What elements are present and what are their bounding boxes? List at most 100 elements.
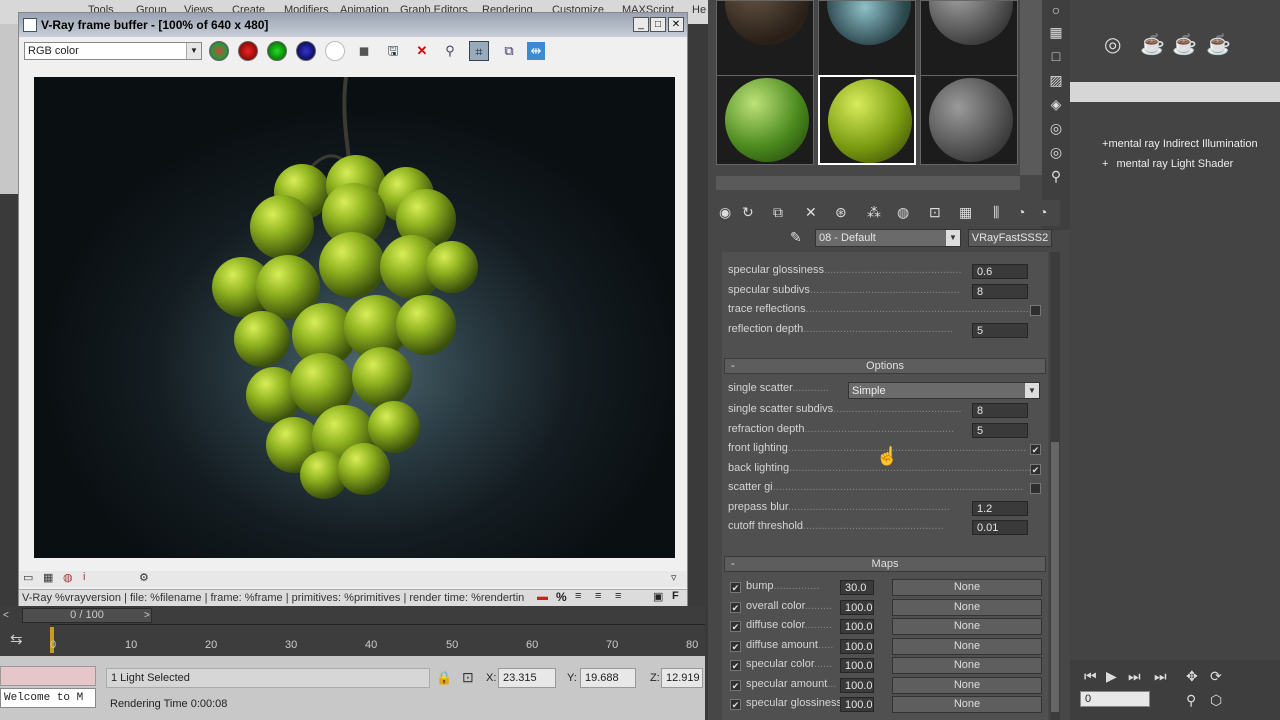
get-material-icon[interactable]: ◉ [719, 204, 731, 221]
map-enable-checkbox[interactable]: ✔ [730, 699, 741, 710]
material-slot[interactable] [716, 75, 814, 165]
zoom-icon[interactable]: ⚲ [1186, 692, 1196, 709]
map-amount-spinner[interactable]: 100.0 [840, 678, 874, 693]
settings-icon[interactable]: ⚙ [139, 571, 149, 584]
frame-ruler[interactable]: 0 10 20 30 40 50 60 70 80 [50, 624, 705, 656]
uv-tiling-icon[interactable]: ▨ [1048, 72, 1064, 89]
rgb-channel-icon[interactable] [209, 41, 229, 61]
maps-rollout[interactable]: - Maps [724, 556, 1046, 572]
select-by-material-icon[interactable]: ⚲ [1048, 168, 1064, 185]
map-button[interactable]: None [892, 599, 1042, 616]
scatter-gi-checkbox[interactable] [1030, 483, 1041, 494]
assign-material-icon[interactable]: ⧉ [773, 204, 783, 221]
prev-key-icon[interactable]: ⏮ [1084, 668, 1097, 685]
region-render-icon[interactable]: ⌗ [469, 41, 489, 61]
single-scatter-subdivs-spinner[interactable]: 8 [972, 403, 1028, 418]
scroll-thumb[interactable] [1051, 442, 1059, 712]
align-center-icon[interactable]: ≡ [595, 590, 601, 602]
frame-icon[interactable]: ▣ [653, 590, 663, 603]
render-frame-icon[interactable]: ☕ [1140, 32, 1165, 57]
prepass-blur-spinner[interactable]: 1.2 [972, 501, 1028, 516]
map-button[interactable]: None [892, 618, 1042, 635]
percent-icon[interactable]: % [556, 590, 567, 604]
material-slot-active[interactable] [818, 75, 916, 165]
back-lighting-checkbox[interactable]: ✔ [1030, 464, 1041, 475]
align-left-icon[interactable]: ≡ [575, 590, 581, 602]
map-button[interactable]: None [892, 638, 1042, 655]
map-button[interactable]: None [892, 696, 1042, 713]
map-amount-spinner[interactable]: 100.0 [840, 639, 874, 654]
history-icon[interactable]: ▭ [23, 571, 33, 584]
refraction-depth-spinner[interactable]: 5 [972, 423, 1028, 438]
map-button[interactable]: None [892, 677, 1042, 694]
single-scatter-select[interactable]: Simple ▼ [848, 382, 1040, 399]
maximize-button[interactable]: □ [650, 17, 666, 32]
preview-icon[interactable]: ◎ [1048, 120, 1064, 137]
z-coordinate[interactable]: 12.919 [661, 668, 703, 688]
slots-hscrollbar[interactable] [716, 176, 1020, 190]
map-amount-spinner[interactable]: 100.0 [840, 697, 874, 712]
material-type-button[interactable]: VRayFastSSS2 [968, 229, 1052, 247]
align-right-icon[interactable]: ≡ [615, 590, 621, 602]
time-slider[interactable]: 0 / 100 [22, 608, 152, 623]
map-enable-checkbox[interactable]: ✔ [730, 621, 741, 632]
activeshade-icon[interactable]: ☕ [1206, 32, 1231, 57]
quick-render-icon[interactable]: ☕ [1172, 32, 1197, 57]
map-enable-checkbox[interactable]: ✔ [730, 582, 741, 593]
sample-type-icon[interactable]: ○ [1048, 2, 1064, 18]
specular-glossiness-spinner[interactable]: 0.6 [972, 264, 1028, 279]
next-frame-icon[interactable]: > [144, 610, 150, 621]
info-icon[interactable]: i [83, 571, 85, 583]
blue-channel-icon[interactable] [296, 41, 316, 61]
channel-select[interactable]: RGB color ▼ [24, 42, 202, 60]
front-lighting-checkbox[interactable]: ✔ [1030, 444, 1041, 455]
menu-item[interactable]: He [692, 4, 706, 16]
material-id-icon[interactable]: ⊡ [929, 204, 941, 221]
goto-end-icon[interactable]: ⏭ [1154, 668, 1167, 685]
tree-item[interactable]: + mental ray Light Shader [1096, 156, 1268, 174]
map-enable-checkbox[interactable]: ✔ [730, 680, 741, 691]
red-channel-icon[interactable] [238, 41, 258, 61]
color-icon[interactable]: ◍ [63, 571, 73, 584]
show-end-result-icon[interactable]: ⫼ [993, 204, 999, 221]
trace-reflections-checkbox[interactable] [1030, 305, 1041, 316]
chevron-down-icon[interactable]: ▼ [186, 43, 201, 59]
material-name-field[interactable]: 08 - Default ▼ [815, 229, 961, 247]
mono-icon[interactable]: ◼ [354, 41, 374, 61]
lut-icon[interactable]: ▦ [43, 571, 53, 584]
show-map-icon[interactable]: ▦ [959, 204, 972, 221]
put-library-icon[interactable]: ◍ [897, 204, 909, 221]
render-setup-icon[interactable]: ◎ [1104, 32, 1121, 57]
cutoff-threshold-spinner[interactable]: 0.01 [972, 520, 1028, 535]
next-key-icon[interactable]: ⏭ [1128, 668, 1141, 685]
y-coordinate[interactable]: 19.688 [580, 668, 636, 688]
options-icon[interactable]: ◎ [1048, 144, 1064, 161]
put-material-icon[interactable]: ↻ [742, 204, 754, 221]
chevron-down-icon[interactable]: ▼ [946, 230, 960, 246]
copy-material-icon[interactable]: ⊛ [835, 204, 847, 221]
map-amount-spinner[interactable]: 100.0 [840, 658, 874, 673]
track-mouse-icon[interactable]: ⚲ [440, 41, 460, 61]
clear-icon[interactable]: ✕ [412, 41, 432, 61]
expand-icon[interactable]: + [1102, 158, 1108, 170]
font-icon[interactable]: F [672, 590, 679, 602]
lock-icon[interactable]: 🔒 [436, 670, 452, 686]
tree-item[interactable]: +mental ray Indirect Illumination [1096, 136, 1268, 154]
go-sibling-icon[interactable]: ◔ [1039, 204, 1047, 220]
x-coordinate[interactable]: 23.315 [498, 668, 556, 688]
stamp-icon[interactable]: ▬ [537, 591, 548, 603]
reflection-depth-spinner[interactable]: 5 [972, 323, 1028, 338]
play-icon[interactable]: ▶ [1106, 668, 1117, 685]
backlight-icon[interactable]: ▦ [1048, 24, 1064, 41]
render-last-icon[interactable]: ⧉ [499, 41, 519, 61]
alpha-channel-icon[interactable] [325, 41, 345, 61]
options-rollout[interactable]: - Options [724, 358, 1046, 374]
chevron-down-icon[interactable]: ▼ [1025, 383, 1039, 398]
minimize-button[interactable]: _ [633, 17, 649, 32]
map-amount-spinner[interactable]: 100.0 [840, 619, 874, 634]
maxscript-listener[interactable] [0, 666, 96, 686]
maxscript-output[interactable]: Welcome to M [0, 688, 96, 708]
map-enable-checkbox[interactable]: ✔ [730, 660, 741, 671]
map-enable-checkbox[interactable]: ✔ [730, 641, 741, 652]
material-slot[interactable] [920, 75, 1018, 165]
